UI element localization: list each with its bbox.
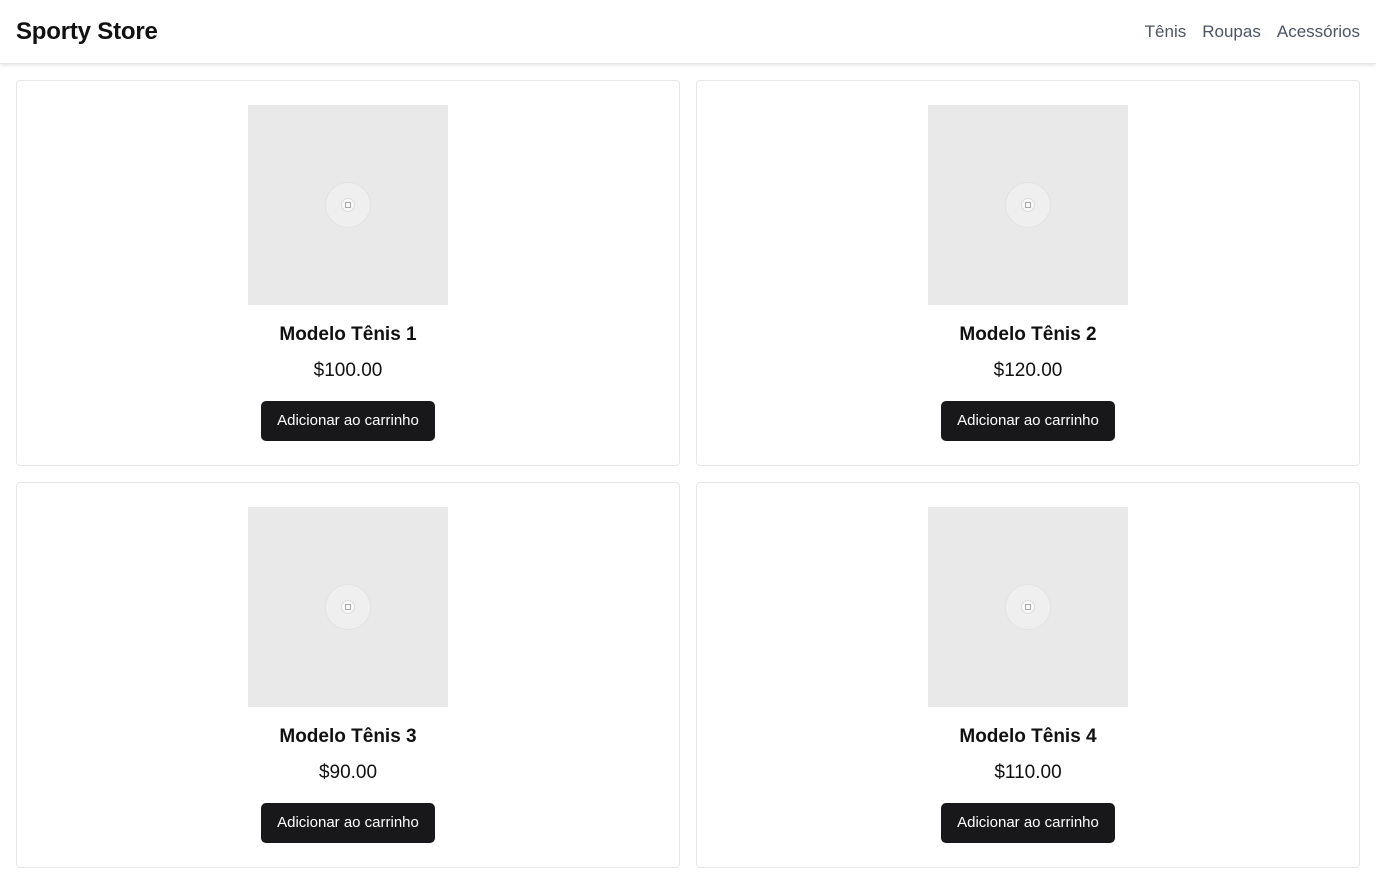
- product-price: $120.00: [993, 360, 1063, 381]
- main-nav: Tênis Roupas Acessórios: [1145, 20, 1360, 44]
- product-price: $110.00: [994, 762, 1062, 783]
- broken-image-icon: [345, 202, 351, 208]
- nav-link-tenis[interactable]: Tênis: [1145, 20, 1187, 44]
- product-price: $90.00: [318, 762, 378, 783]
- product-grid: Modelo Tênis 1 $100.00 Adicionar ao carr…: [16, 80, 1360, 868]
- product-card: Modelo Tênis 4 $110.00 Adicionar ao carr…: [696, 482, 1360, 868]
- nav-link-roupas[interactable]: Roupas: [1202, 20, 1261, 44]
- add-to-cart-button[interactable]: Adicionar ao carrinho: [261, 401, 435, 441]
- product-image: [928, 105, 1128, 305]
- product-name: Modelo Tênis 4: [959, 726, 1097, 747]
- broken-image-icon: [1025, 202, 1031, 208]
- product-price: $100.00: [313, 360, 383, 381]
- broken-image-icon: [345, 604, 351, 610]
- product-name: Modelo Tênis 1: [279, 324, 417, 345]
- product-image: [248, 507, 448, 707]
- site-header: Sporty Store Tênis Roupas Acessórios: [0, 0, 1376, 64]
- brand-logo[interactable]: Sporty Store: [16, 17, 158, 47]
- nav-link-acessorios[interactable]: Acessórios: [1277, 20, 1360, 44]
- product-card: Modelo Tênis 1 $100.00 Adicionar ao carr…: [16, 80, 680, 466]
- add-to-cart-button[interactable]: Adicionar ao carrinho: [941, 803, 1115, 843]
- product-card: Modelo Tênis 2 $120.00 Adicionar ao carr…: [696, 80, 1360, 466]
- product-card: Modelo Tênis 3 $90.00 Adicionar ao carri…: [16, 482, 680, 868]
- add-to-cart-button[interactable]: Adicionar ao carrinho: [261, 803, 435, 843]
- add-to-cart-button[interactable]: Adicionar ao carrinho: [941, 401, 1115, 441]
- product-name: Modelo Tênis 3: [279, 726, 417, 747]
- product-image: [248, 105, 448, 305]
- product-name: Modelo Tênis 2: [959, 324, 1097, 345]
- broken-image-icon: [1025, 604, 1031, 610]
- product-image: [928, 507, 1128, 707]
